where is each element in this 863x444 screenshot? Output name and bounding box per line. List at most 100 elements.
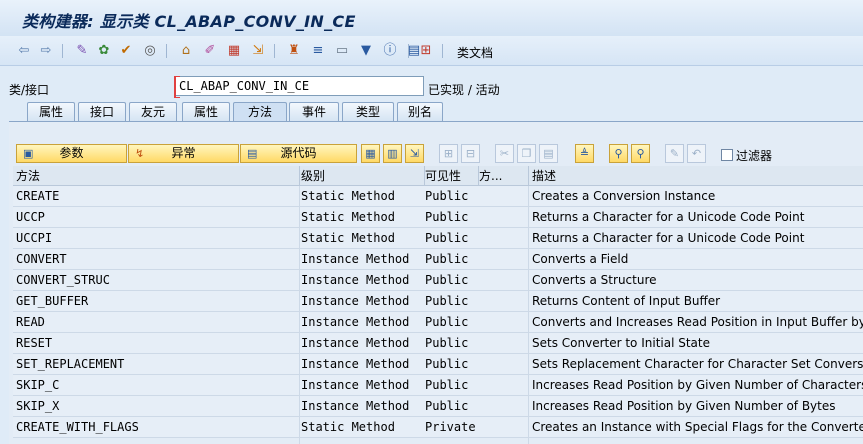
delete-row-icon[interactable]: ⊟ (461, 144, 480, 163)
class-name-field[interactable]: CL_ABAP_CONV_IN_CE (174, 76, 424, 98)
forward-arrow-icon[interactable]: ⇨ (38, 43, 54, 59)
table-row[interactable]: SKIP_X Instance Method Public Increases … (13, 396, 863, 417)
level-cell[interactable]: Instance Method (301, 249, 425, 270)
find-icon[interactable]: ⚲ (609, 144, 628, 163)
parameters-button[interactable]: ▣ 参数 (16, 144, 127, 163)
level-cell[interactable]: Instance Method (301, 396, 425, 417)
table-row[interactable]: GET_BUFFER Instance Method Public Return… (13, 291, 863, 312)
visibility-cell[interactable]: Public (425, 354, 529, 375)
description-cell[interactable]: Sets Replacement Character for Character… (532, 354, 863, 375)
copy-icon[interactable]: ❐ (517, 144, 536, 163)
description-cell[interactable]: Converts a Structure (532, 270, 863, 291)
level-cell[interactable]: Static Method (301, 417, 425, 438)
level-cell[interactable]: Instance Method (301, 375, 425, 396)
method-name-cell[interactable]: RESET (16, 333, 299, 354)
level-cell[interactable]: Static Method (301, 207, 425, 228)
level-cell[interactable]: Instance Method (301, 354, 425, 375)
method-name-cell[interactable]: READ (16, 312, 299, 333)
class-documentation-button[interactable]: 类文档 (457, 44, 493, 61)
method-name-cell[interactable]: CONVERT_STRUC (16, 270, 299, 291)
insert-row-icon[interactable]: ⊞ (439, 144, 458, 163)
table-row[interactable]: SKIP_C Instance Method Public Increases … (13, 375, 863, 396)
display-change-icon[interactable]: ✎ (74, 43, 90, 59)
level-cell[interactable]: Instance Method (301, 270, 425, 291)
visibility-cell[interactable]: Public (425, 312, 529, 333)
info-icon[interactable]: ⓘ (382, 43, 398, 59)
edit-icon[interactable]: ✐ (202, 43, 218, 59)
level-cell[interactable]: Static Method (301, 228, 425, 249)
table-row[interactable]: RESET Instance Method Public Sets Conver… (13, 333, 863, 354)
cut-icon[interactable]: ✂ (495, 144, 514, 163)
test-icon[interactable]: ⇲ (250, 43, 266, 59)
description-cell[interactable]: Increases Read Position by Given Number … (532, 375, 863, 396)
description-cell[interactable]: Converts and Increases Read Position in … (532, 312, 863, 333)
table-row[interactable]: UCCPI Static Method Public Returns a Cha… (13, 228, 863, 249)
table-row[interactable]: READ Instance Method Public Converts and… (13, 312, 863, 333)
description-cell[interactable]: Creates a Conversion Instance (532, 186, 863, 207)
exceptions-button[interactable]: ↯ 异常 (128, 144, 239, 163)
method-name-cell[interactable]: CONVERT (16, 249, 299, 270)
column-header-description[interactable]: 描述 (532, 166, 863, 186)
visibility-cell[interactable]: Public (425, 375, 529, 396)
tab-events[interactable]: 事件 (289, 102, 339, 121)
method-name-cell[interactable]: SET_REPLACEMENT (16, 354, 299, 375)
column-divider[interactable] (528, 166, 529, 186)
tab-types[interactable]: 类型 (342, 102, 394, 121)
method-name-cell[interactable]: UCCP (16, 207, 299, 228)
network-icon[interactable]: ⊞ (418, 43, 434, 59)
copy-entry-icon[interactable]: ▥ (383, 144, 402, 163)
table-row[interactable]: CREATE Static Method Public Creates a Co… (13, 186, 863, 207)
column-header-method-type[interactable]: 方... (479, 166, 529, 186)
method-name-cell[interactable]: CREATE (16, 186, 299, 207)
table-row[interactable]: CONVERT_STRUC Instance Method Public Con… (13, 270, 863, 291)
visibility-cell[interactable]: Public (425, 396, 529, 417)
where-used-icon[interactable]: ◎ (142, 43, 158, 59)
description-cell[interactable]: Increases Read Position by Given Number … (532, 396, 863, 417)
visibility-cell[interactable]: Public (425, 291, 529, 312)
check-icon[interactable]: ✔ (118, 43, 134, 59)
redefine-icon[interactable]: ⇲ (405, 144, 424, 163)
table-row[interactable]: CREATE_WITH_FLAGS Static Method Private … (13, 417, 863, 438)
column-header-visibility[interactable]: 可见性 (425, 166, 479, 186)
visibility-cell[interactable]: Public (425, 333, 529, 354)
table-row[interactable]: CONVERT Instance Method Public Converts … (13, 249, 863, 270)
source-code-button[interactable]: ▤ 源代码 (240, 144, 357, 163)
method-name-cell[interactable]: SKIP_X (16, 396, 299, 417)
paste-icon[interactable]: ▤ (539, 144, 558, 163)
method-name-cell[interactable]: SKIP_C (16, 375, 299, 396)
sort-icon[interactable]: ≜ (575, 144, 594, 163)
filter-settings-icon[interactable]: ✎ (665, 144, 684, 163)
tab-friends[interactable]: 友元 (129, 102, 177, 121)
description-cell[interactable]: Converts a Field (532, 249, 863, 270)
level-cell[interactable]: Instance Method (301, 312, 425, 333)
tab-methods[interactable]: 方法 (233, 102, 287, 121)
tab-interfaces[interactable]: 接口 (78, 102, 126, 121)
undo-icon[interactable]: ↶ (687, 144, 706, 163)
column-header-level[interactable]: 级别 (301, 166, 425, 186)
level-cell[interactable]: Instance Method (301, 333, 425, 354)
layout-icon[interactable]: ▭ (334, 43, 350, 59)
level-cell[interactable]: Static Method (301, 186, 425, 207)
method-name-cell[interactable]: GET_BUFFER (16, 291, 299, 312)
description-cell[interactable]: Sets Converter to Initial State (532, 333, 863, 354)
active-inactive-icon[interactable]: ✿ (96, 43, 112, 59)
detail-view-icon[interactable]: ▦ (361, 144, 380, 163)
description-cell[interactable]: Returns a Character for a Unicode Code P… (532, 207, 863, 228)
tab-properties[interactable]: 属性 (27, 102, 75, 121)
table-row[interactable]: SET_REPLACEMENT Instance Method Public S… (13, 354, 863, 375)
description-cell[interactable]: Creates an Instance with Special Flags f… (532, 417, 863, 438)
tab-aliases[interactable]: 别名 (397, 102, 443, 121)
object-list-icon[interactable]: ⌂ (178, 43, 194, 59)
hierarchy-icon[interactable]: ♜ (286, 43, 302, 59)
description-cell[interactable]: Returns a Character for a Unicode Code P… (532, 228, 863, 249)
find-next-icon[interactable]: ⚲ (631, 144, 650, 163)
align-icon[interactable]: ≡ (310, 43, 326, 59)
method-name-cell[interactable]: UCCPI (16, 228, 299, 249)
description-cell[interactable]: Returns Content of Input Buffer (532, 291, 863, 312)
back-arrow-icon[interactable]: ⇦ (16, 43, 32, 59)
table-row[interactable]: UCCP Static Method Public Returns a Char… (13, 207, 863, 228)
method-name-cell[interactable]: CREATE_WITH_FLAGS (16, 417, 299, 438)
tab-attributes[interactable]: 属性 (182, 102, 230, 121)
visibility-cell[interactable]: Public (425, 207, 529, 228)
filter-icon[interactable]: ▼ (358, 43, 374, 59)
